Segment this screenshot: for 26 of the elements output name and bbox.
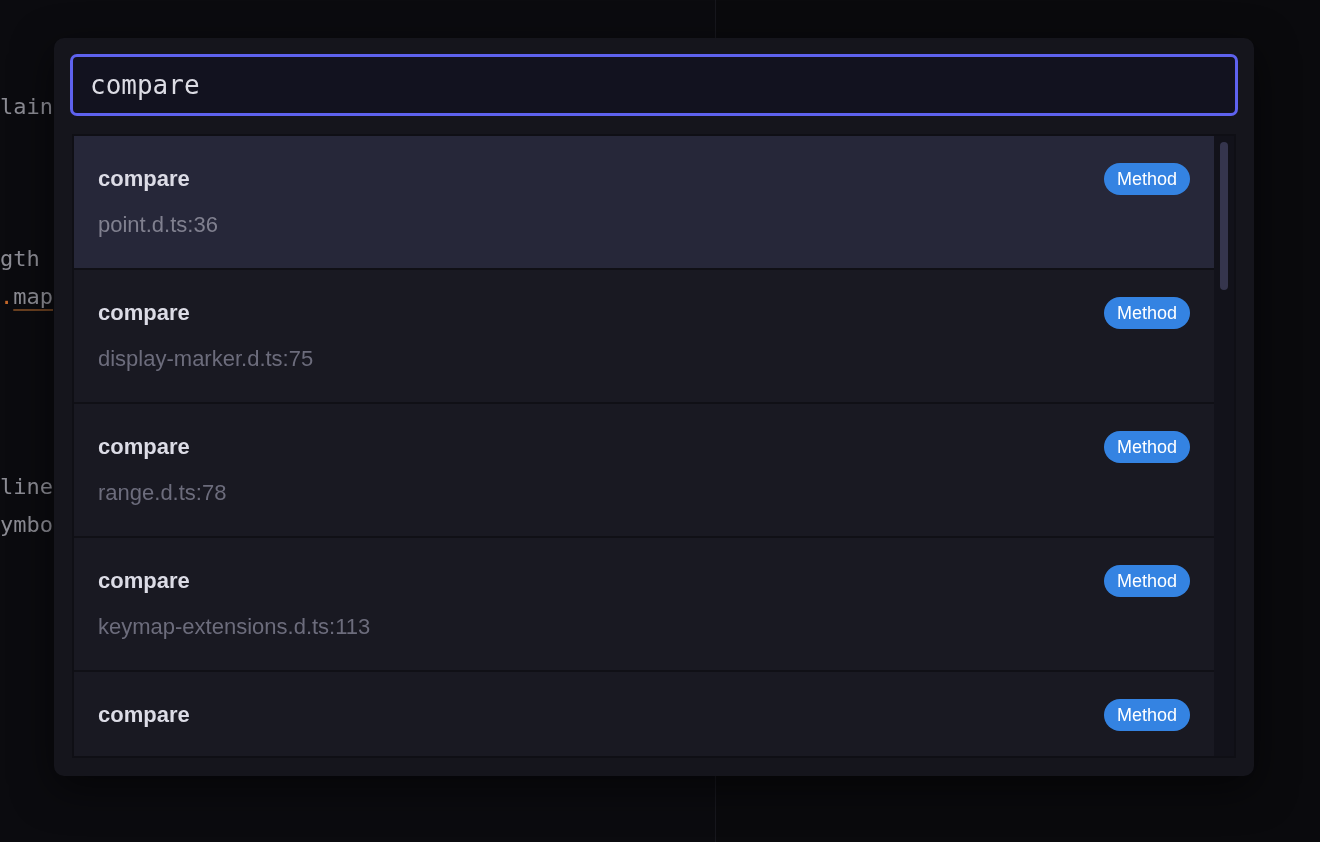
result-title: compare	[98, 434, 191, 460]
result-title: compare	[98, 166, 191, 192]
kind-badge: Method	[1103, 699, 1190, 731]
result-title: compare	[98, 568, 191, 594]
code-line: lain	[0, 93, 53, 121]
result-item[interactable]: compare range.d.ts:78 Method	[74, 404, 1214, 538]
code-line: .map	[0, 283, 53, 311]
scrollbar-thumb[interactable]	[1220, 142, 1228, 290]
code-line: ymbo	[0, 511, 53, 539]
kind-badge: Method	[1103, 431, 1190, 463]
search-field[interactable]: compare	[70, 54, 1238, 116]
code-line: gth	[0, 245, 40, 273]
kind-badge: Method	[1103, 297, 1190, 329]
kind-badge: Method	[1103, 565, 1190, 597]
result-path: range.d.ts:78	[98, 480, 227, 506]
result-item[interactable]: compare keymap-extensions.d.ts:113 Method	[74, 538, 1214, 672]
code-line: line	[0, 473, 53, 501]
result-path: display-marker.d.ts:75	[98, 346, 314, 372]
result-item[interactable]: compare point.d.ts:36 Method	[74, 136, 1214, 270]
result-title: compare	[98, 702, 190, 728]
result-title: compare	[98, 300, 191, 326]
result-path: keymap-extensions.d.ts:113	[98, 614, 371, 640]
result-item[interactable]: compare Method	[74, 672, 1214, 756]
kind-badge: Method	[1103, 163, 1190, 195]
result-path: point.d.ts:36	[98, 212, 218, 238]
result-item[interactable]: compare display-marker.d.ts:75 Method	[74, 270, 1214, 404]
